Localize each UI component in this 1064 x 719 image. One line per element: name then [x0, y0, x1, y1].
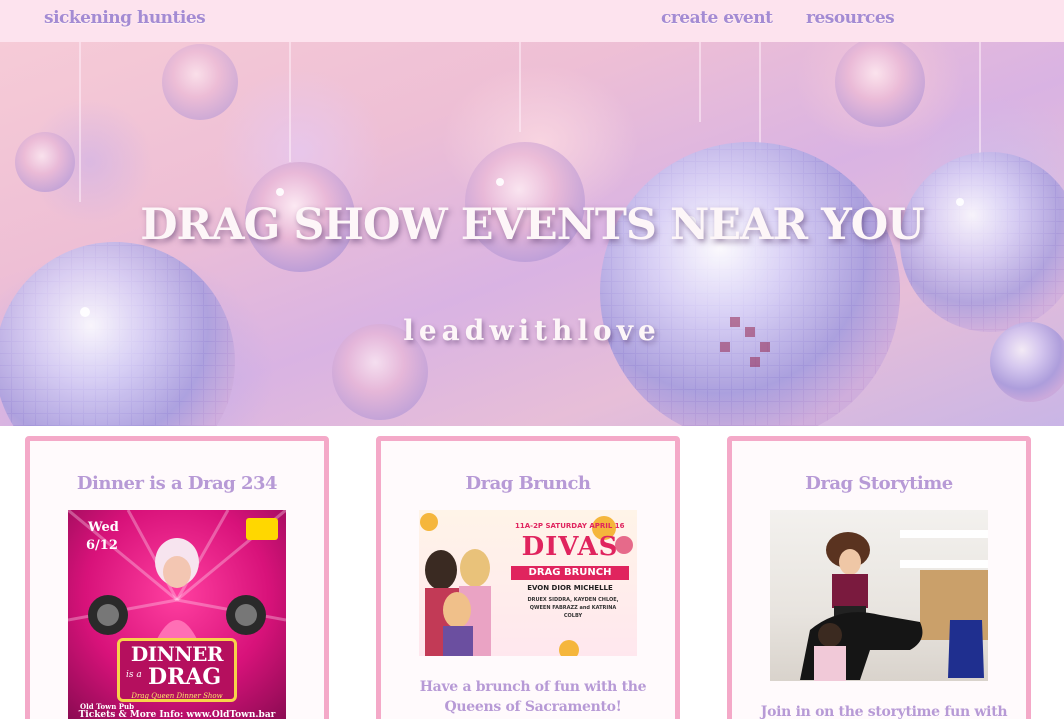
event-poster-image: Wed 6/12 DINNER is a DRAG Drag Queen Din… — [68, 510, 286, 719]
poster-host: EVON DIOR MICHELLE — [527, 584, 613, 592]
poster-word-is: is a — [126, 670, 142, 680]
event-title[interactable]: Dinner is a Drag 234 — [30, 473, 324, 494]
poster-footer: Tickets & More Info: www.OldTown.bar — [78, 710, 276, 719]
event-title[interactable]: Drag Brunch — [381, 473, 675, 494]
poster-brunch: DRAG BRUNCH — [528, 567, 612, 578]
event-photo-image — [770, 510, 988, 681]
storytime-photo-art — [800, 530, 988, 681]
event-card[interactable]: Drag Storytime Join in on the storytime … — [727, 436, 1031, 719]
poster-time: 11A-2P SATURDAY APRIL 16 — [515, 522, 625, 530]
hero-subtitle: leadwithlove — [403, 314, 661, 347]
top-nav: sickening hunties create event resources — [0, 0, 1064, 42]
poster-word-drag: DRAG — [148, 664, 222, 690]
poster-divas: DIVAS — [521, 532, 619, 562]
poster-day: Wed — [88, 520, 119, 535]
poster-word-dinner: DINNER — [130, 642, 224, 666]
hero-banner: DRAG SHOW EVENTS NEAR YOU leadwithlove — [0, 42, 1064, 426]
poster-guests: DRUEX SIDDRA, KAYDEN CHLOE, QWEEN FABRAZ… — [527, 597, 619, 619]
brand-link[interactable]: sickening hunties — [44, 8, 206, 28]
event-title[interactable]: Drag Storytime — [732, 473, 1026, 494]
event-description: Join in on the storytime fun with — [760, 704, 1008, 719]
hero-title: DRAG SHOW EVENTS NEAR YOU — [140, 200, 925, 250]
event-poster-image: 11A-2P SATURDAY APRIL 16 DIVAS DRAG BRUN… — [419, 510, 637, 656]
poster-tagline: Drag Queen Dinner Show — [131, 692, 223, 700]
event-card[interactable]: Drag Brunch 11A-2P SATURDAY APRIL 16 DIV… — [376, 436, 680, 719]
poster-date: 6/12 — [86, 538, 118, 553]
resources-link[interactable]: resources — [806, 8, 895, 28]
event-card[interactable]: Dinner is a Drag 234 Wed 6/12 DINNER is … — [25, 436, 329, 719]
create-event-link[interactable]: create event — [661, 8, 773, 28]
event-description: Have a brunch of fun with the Queens of … — [419, 679, 647, 715]
